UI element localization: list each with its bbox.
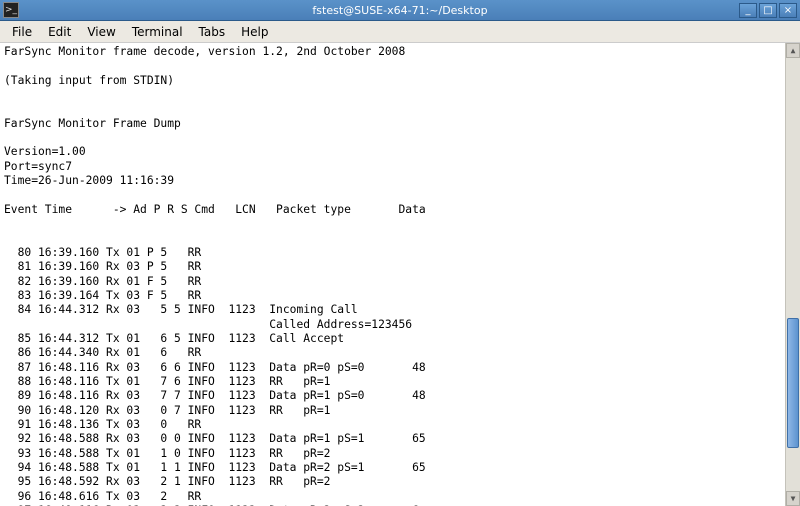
- scroll-track[interactable]: [786, 58, 800, 491]
- scroll-thumb[interactable]: [787, 318, 799, 448]
- menu-tabs[interactable]: Tabs: [191, 23, 234, 41]
- close-button[interactable]: ×: [779, 3, 797, 18]
- menu-edit[interactable]: Edit: [40, 23, 79, 41]
- app-icon: >_: [3, 2, 19, 18]
- window-title-bar: >_ fstest@SUSE-x64-71:~/Desktop _ □ ×: [0, 0, 800, 21]
- minimize-button[interactable]: _: [739, 3, 757, 18]
- vertical-scrollbar[interactable]: ▲ ▼: [785, 43, 800, 506]
- menu-view[interactable]: View: [79, 23, 123, 41]
- maximize-button[interactable]: □: [759, 3, 777, 18]
- scroll-up-button[interactable]: ▲: [786, 43, 800, 58]
- scroll-down-button[interactable]: ▼: [786, 491, 800, 506]
- window-title: fstest@SUSE-x64-71:~/Desktop: [312, 4, 487, 17]
- menu-help[interactable]: Help: [233, 23, 276, 41]
- menu-bar: File Edit View Terminal Tabs Help: [0, 21, 800, 43]
- menu-terminal[interactable]: Terminal: [124, 23, 191, 41]
- menu-file[interactable]: File: [4, 23, 40, 41]
- terminal-output[interactable]: FarSync Monitor frame decode, version 1.…: [0, 43, 785, 506]
